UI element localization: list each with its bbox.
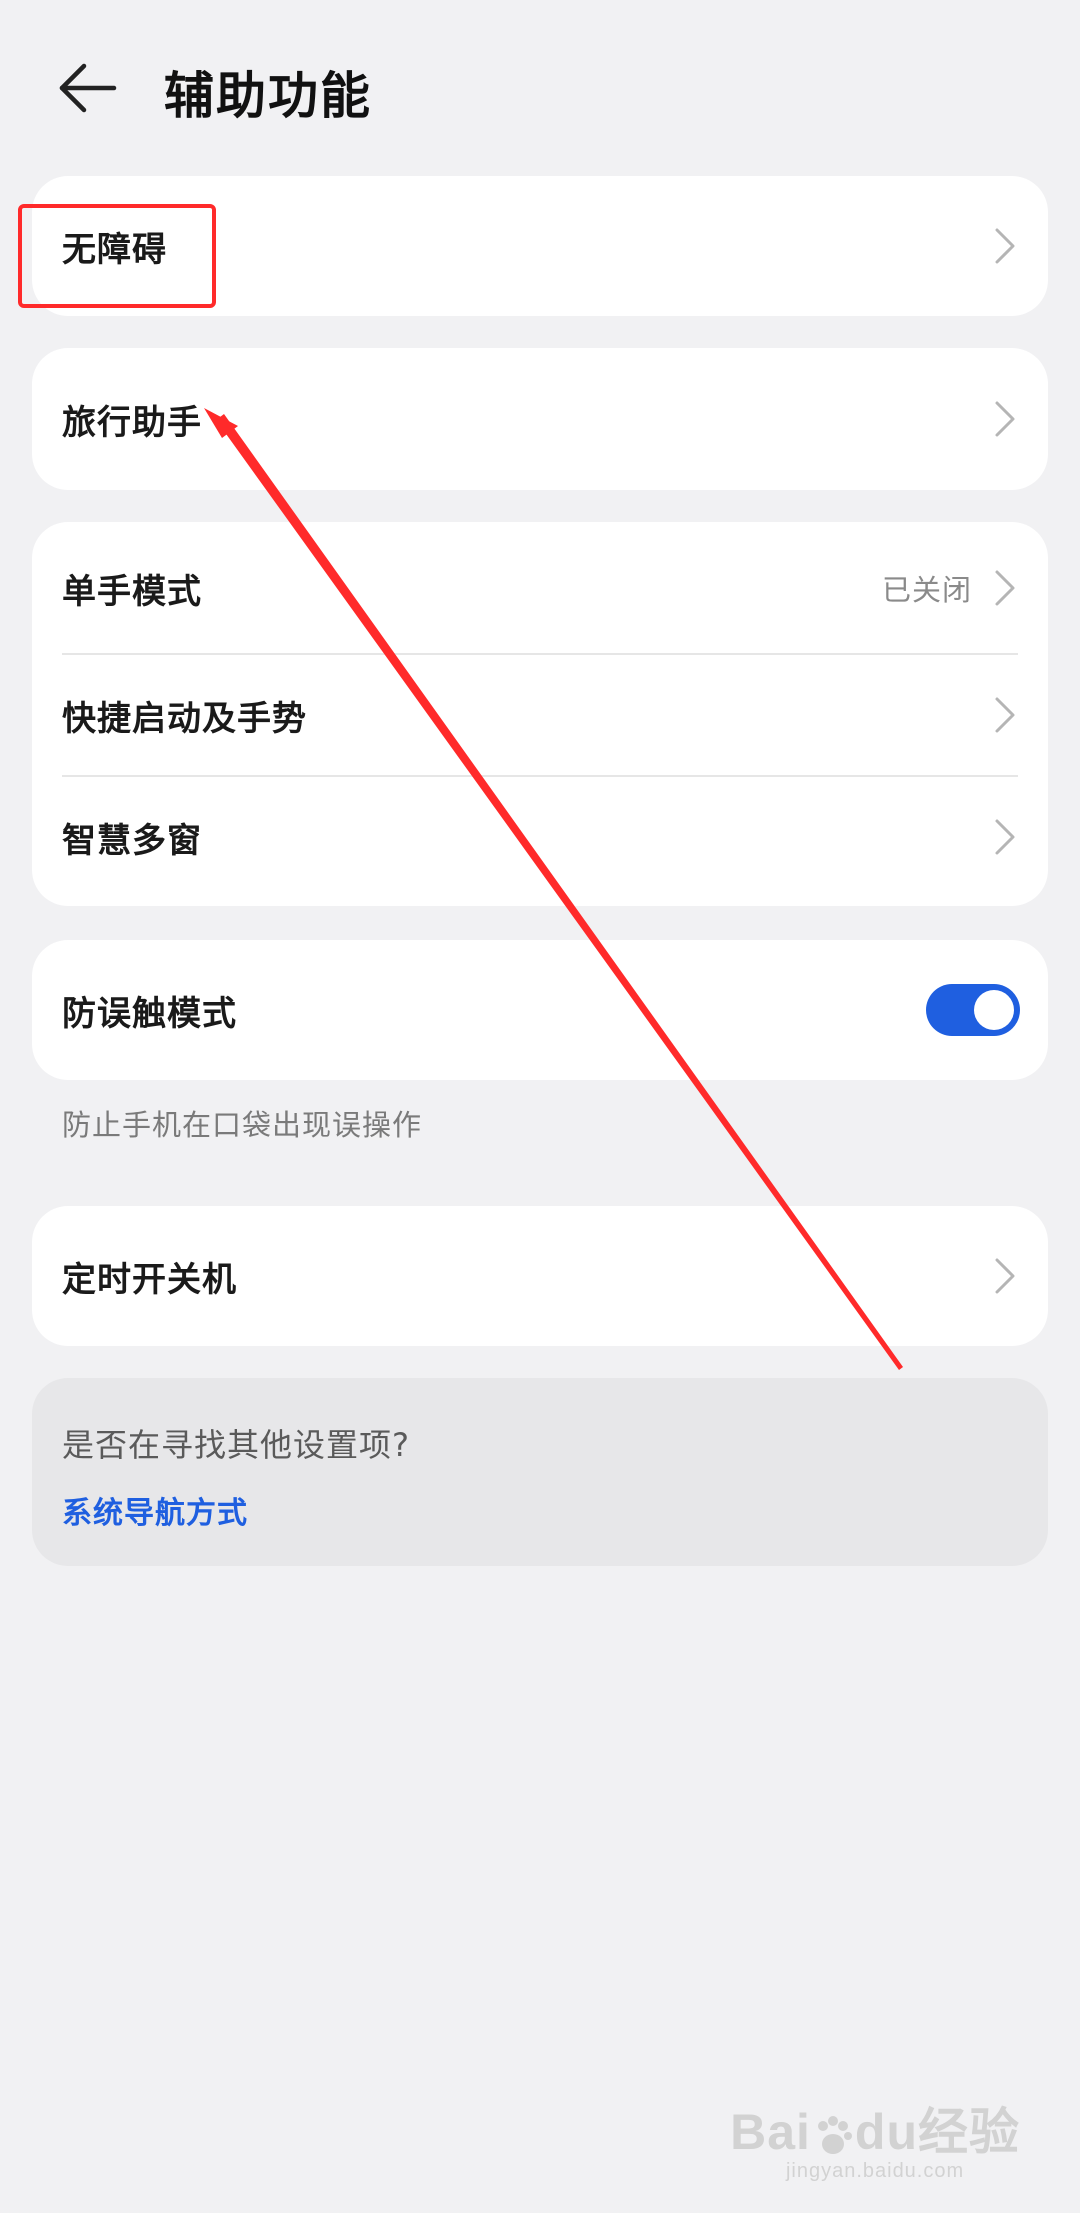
chevron-right-icon	[995, 570, 1015, 606]
pocket-mode-toggle[interactable]	[926, 984, 1020, 1036]
shortcuts-gestures-label: 快捷启动及手势	[62, 698, 307, 739]
travel-assistant-label: 旅行助手	[62, 402, 202, 443]
chevron-right-icon	[995, 401, 1015, 437]
chevron-right-icon	[995, 228, 1015, 264]
one-hand-mode-row[interactable]: 单手模式 已关闭	[32, 522, 1048, 654]
baidu-paw-icon	[817, 2115, 852, 2154]
pocket-mode-card: 防误触模式	[32, 940, 1048, 1080]
watermark-logo-right: du	[854, 2104, 918, 2160]
baidu-jingyan-watermark: Bai du经验 jingyan.baidu.com	[730, 2092, 1020, 2183]
scheduled-power-label: 定时开关机	[62, 1259, 237, 1300]
app-header: 辅助功能	[0, 40, 1080, 136]
system-navigation-link[interactable]: 系统导航方式	[62, 1488, 248, 1532]
one-hand-mode-status: 已关闭	[881, 573, 972, 607]
back-button[interactable]	[56, 58, 120, 118]
watermark-logo-suffix: 经验	[918, 2104, 1020, 2160]
smart-multi-window-label: 智慧多窗	[62, 820, 202, 861]
travel-assistant-card[interactable]: 旅行助手	[32, 348, 1048, 490]
pocket-mode-label: 防误触模式	[62, 993, 237, 1034]
scheduled-power-row[interactable]: 定时开关机	[32, 1206, 1048, 1346]
arrow-left-icon	[59, 63, 117, 113]
search-suggestion-card: 是否在寻找其他设置项? 系统导航方式	[32, 1378, 1048, 1566]
chevron-right-icon	[995, 697, 1015, 733]
search-question: 是否在寻找其他设置项?	[62, 1426, 410, 1464]
watermark-logo-left: Bai	[730, 2104, 811, 2160]
pocket-mode-row[interactable]: 防误触模式	[32, 940, 1048, 1080]
travel-assistant-row[interactable]: 旅行助手	[32, 348, 1048, 490]
chevron-right-icon	[995, 1258, 1015, 1294]
chevron-right-icon	[995, 819, 1015, 855]
shortcuts-gestures-row[interactable]: 快捷启动及手势	[32, 654, 1048, 776]
scheduled-power-card[interactable]: 定时开关机	[32, 1206, 1048, 1346]
annotation-highlight-box	[18, 204, 216, 308]
pocket-mode-hint: 防止手机在口袋出现误操作	[62, 1108, 423, 1142]
toggle-knob	[974, 990, 1014, 1030]
watermark-logo: Bai du经验	[730, 2092, 1020, 2164]
smart-multi-window-row[interactable]: 智慧多窗	[32, 776, 1048, 898]
page-title: 辅助功能	[164, 67, 372, 125]
mode-group-card: 单手模式 已关闭 快捷启动及手势 智慧多窗	[32, 522, 1048, 906]
one-hand-mode-label: 单手模式	[62, 571, 202, 612]
